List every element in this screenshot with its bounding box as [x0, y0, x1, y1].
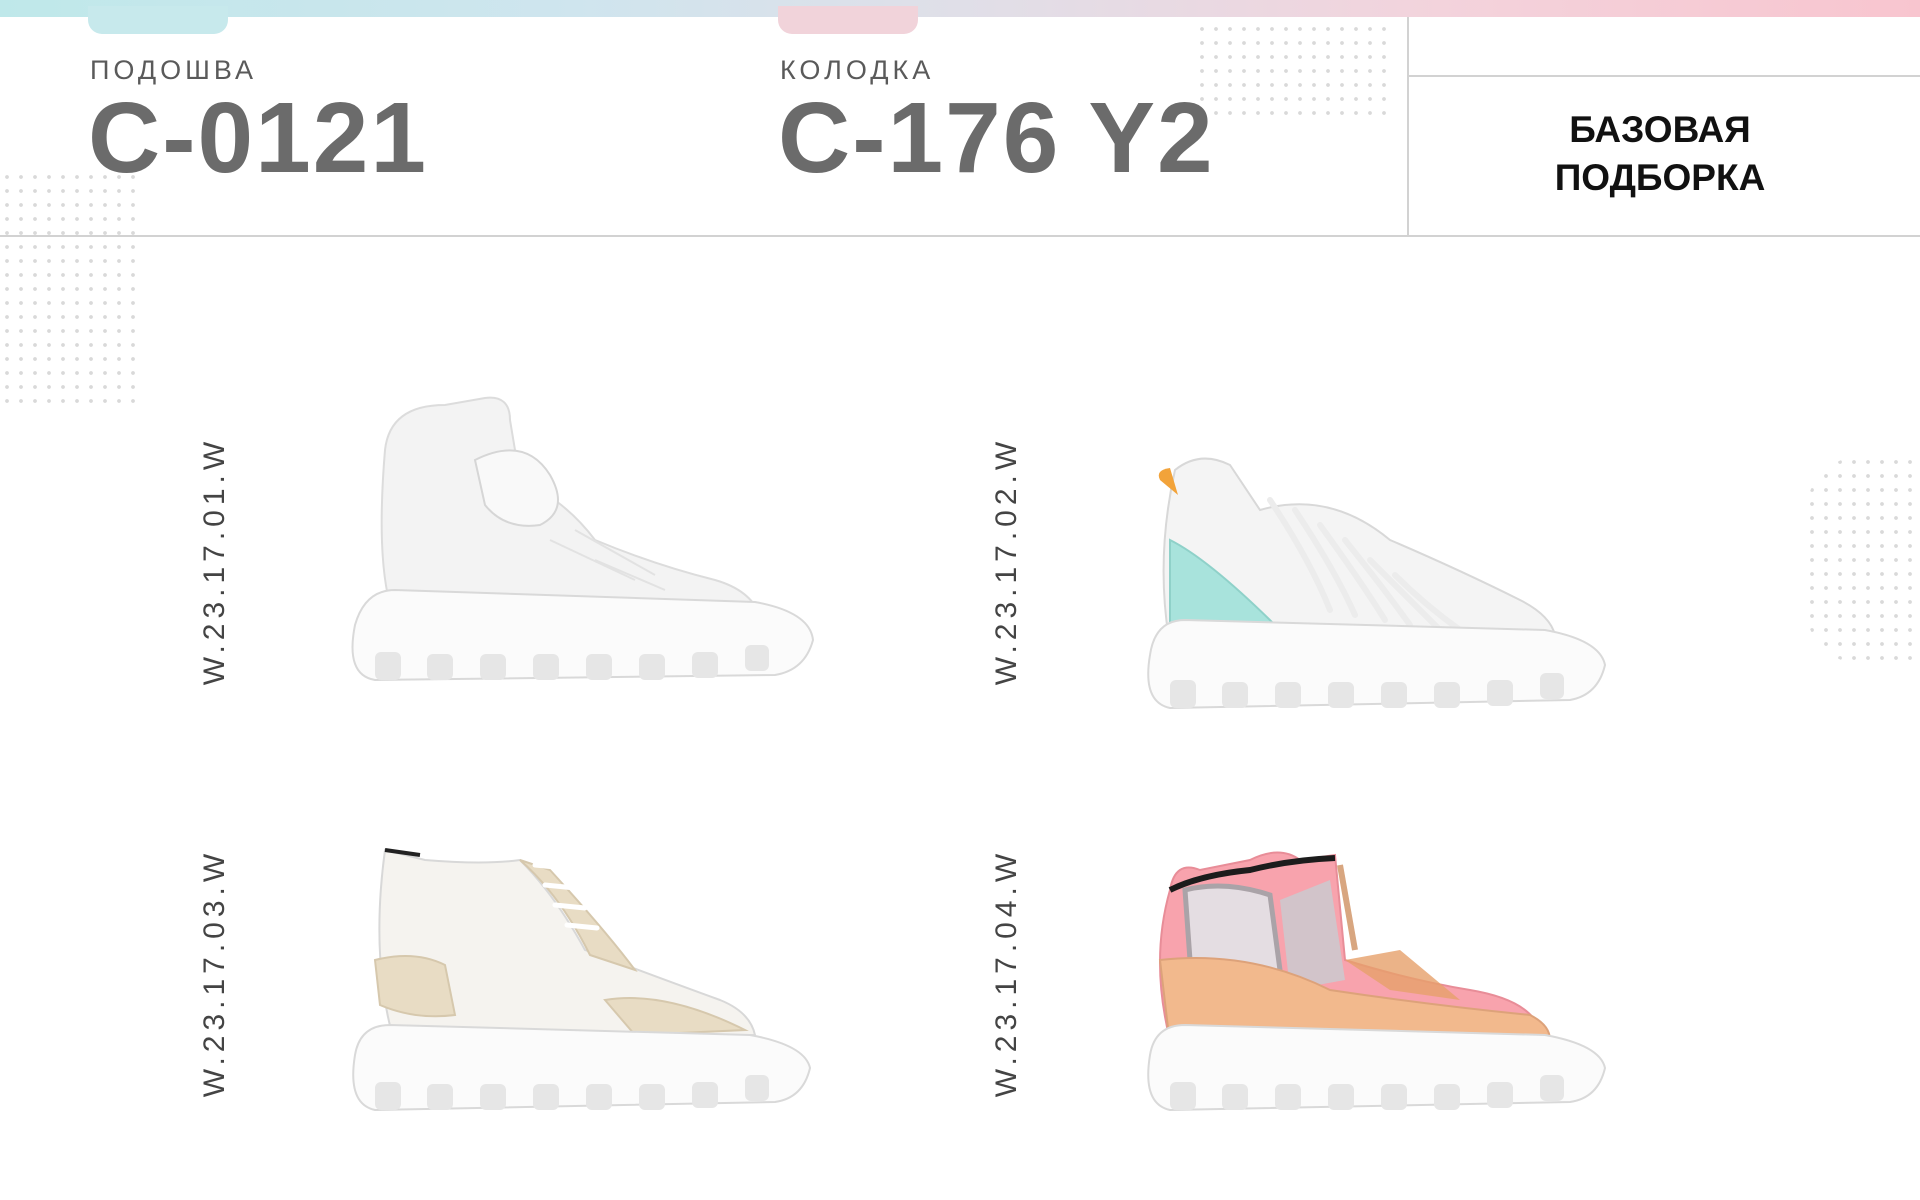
header-divider [0, 235, 1920, 237]
collection-title-line: БАЗОВАЯ [1569, 109, 1751, 150]
pink-mesh-zip-sneaker-icon[interactable] [1130, 830, 1610, 1150]
header-tab-decoration [778, 6, 918, 34]
collection-title: БАЗОВАЯ ПОДБОРКА [1410, 106, 1910, 202]
header-divider [1407, 75, 1920, 77]
product-sku: W.23.17.01.W [198, 436, 231, 686]
dot-pattern-decoration [1805, 455, 1920, 665]
sole-code: C-0121 [88, 82, 428, 194]
product-sku: W.23.17.02.W [990, 436, 1023, 686]
collection-title-line: ПОДБОРКА [1554, 157, 1766, 198]
header-tab-decoration [88, 6, 228, 34]
product-sku: W.23.17.03.W [198, 848, 231, 1098]
white-beige-suede-sneaker-icon[interactable] [335, 830, 815, 1150]
product-sku: W.23.17.04.W [990, 848, 1023, 1098]
dot-pattern-decoration [0, 170, 135, 410]
last-code: C-176 Y2 [778, 82, 1215, 194]
top-gradient-bar [0, 0, 1920, 17]
header-divider [1407, 17, 1409, 235]
white-lace-sneaker-mint-heel-icon[interactable] [1130, 430, 1610, 750]
white-high-top-sneaker-strap-icon[interactable] [335, 390, 815, 710]
dot-pattern-decoration [1195, 22, 1395, 117]
